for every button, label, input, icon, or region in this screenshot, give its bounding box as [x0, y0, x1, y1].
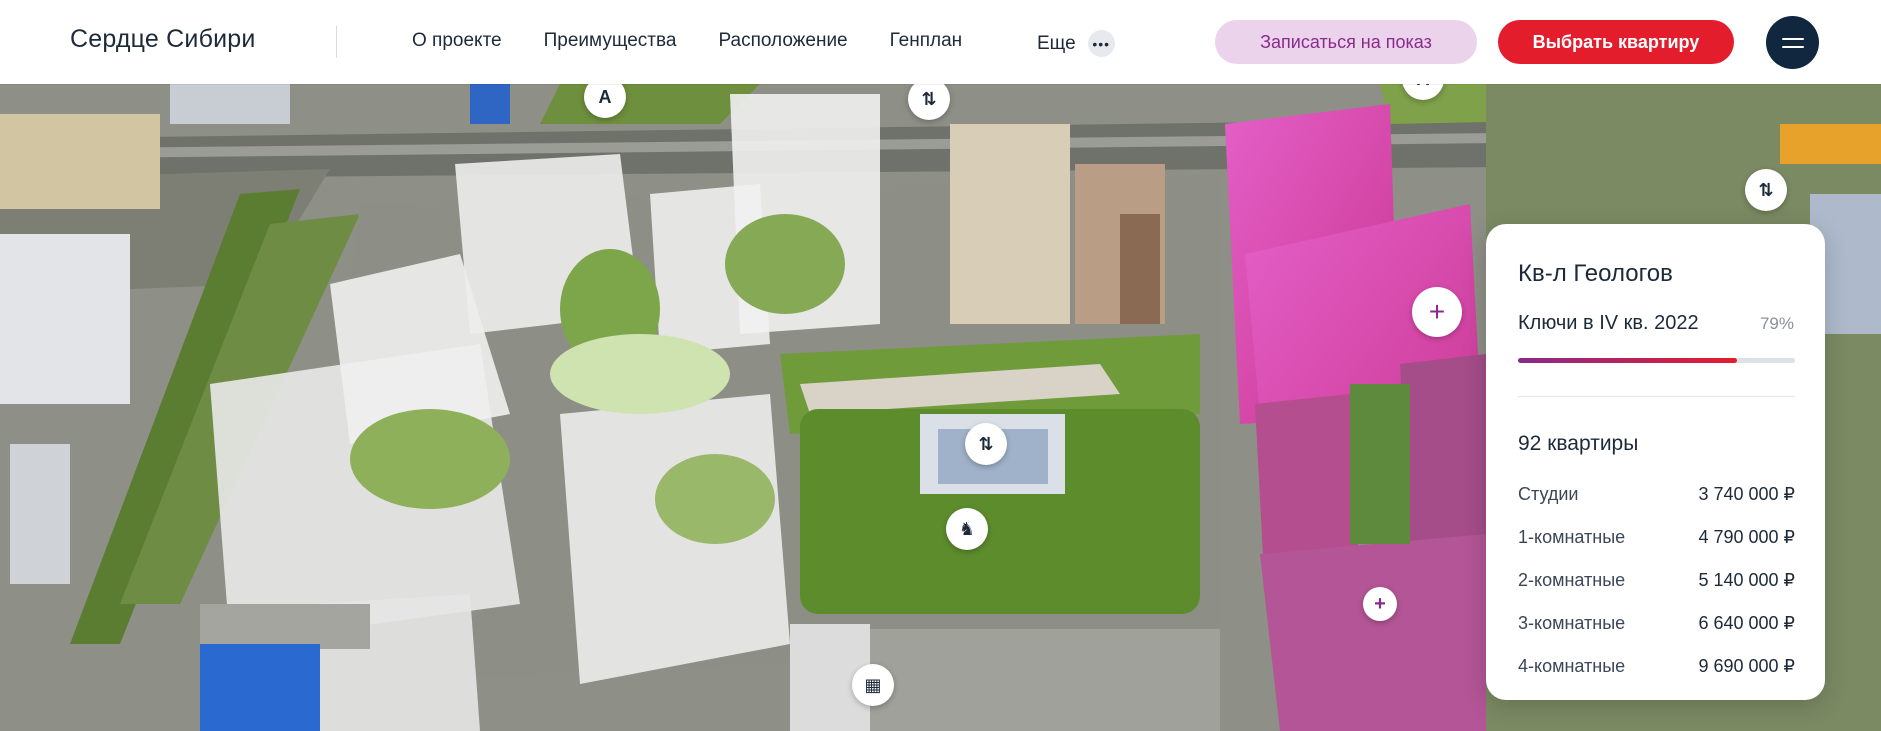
price-row-label: 2-комнатные [1518, 570, 1626, 590]
expand-plus-pin[interactable]: + [1412, 287, 1462, 337]
nav-item-advantages[interactable]: Преимущества [544, 30, 677, 52]
top-header: Сердце Сибири О проекте Преимущества Рас… [0, 0, 1881, 84]
site-logo[interactable]: Сердце Сибири [70, 25, 256, 54]
price-row-label: 4-комнатные [1518, 656, 1626, 676]
price-row-label: Студии [1518, 484, 1579, 504]
nav-item-location[interactable]: Расположение [718, 30, 847, 52]
card-progress-fill [1518, 358, 1737, 363]
small-plus-pin[interactable]: + [1363, 587, 1397, 621]
price-row-value: 5 140 000 ₽ [1698, 570, 1795, 590]
card-price-list: Студии 3 740 000 ₽ 1-комнатные 4 790 000… [1518, 484, 1795, 699]
price-row-2room[interactable]: 2-комнатные 5 140 000 ₽ [1518, 570, 1795, 613]
price-row-value: 9 690 000 ₽ [1698, 656, 1795, 676]
price-row-label: 3-комнатные [1518, 613, 1626, 633]
building-info-card: Кв-л Геологов Ключи в IV кв. 2022 79% 92… [1486, 224, 1825, 700]
more-dots-icon[interactable]: ••• [1087, 30, 1115, 57]
header-divider [336, 26, 337, 58]
price-row-studio[interactable]: Студии 3 740 000 ₽ [1518, 484, 1795, 527]
main-nav: О проекте Преимущества Расположение Генп… [412, 30, 1004, 52]
card-title: Кв-л Геологов [1518, 260, 1673, 287]
card-divider [1518, 396, 1795, 397]
card-apartment-count: 92 квартиры [1518, 432, 1639, 455]
price-row-label: 1-комнатные [1518, 527, 1626, 547]
nav-item-about[interactable]: О проекте [412, 30, 502, 52]
price-row-value: 3 740 000 ₽ [1698, 484, 1795, 504]
route-pin-3[interactable]: ⇅ [965, 423, 1007, 465]
playground-pin[interactable]: ♞ [946, 508, 988, 550]
nav-more-label[interactable]: Еще [1037, 33, 1076, 55]
book-viewing-button[interactable]: Записаться на показ [1215, 20, 1477, 64]
price-row-3room[interactable]: 3-комнатные 6 640 000 ₽ [1518, 613, 1795, 656]
price-row-value: 4 790 000 ₽ [1698, 527, 1795, 547]
nav-item-masterplan[interactable]: Генплан [890, 30, 963, 52]
burger-menu-icon[interactable] [1766, 16, 1819, 69]
card-progress-bar [1518, 358, 1795, 363]
school-pin[interactable]: ▦ [852, 664, 894, 706]
card-progress-percent: 79% [1759, 314, 1794, 333]
price-row-4room[interactable]: 4-комнатные 9 690 000 ₽ [1518, 656, 1795, 699]
nav-more[interactable]: Еще ••• [1037, 30, 1115, 57]
card-keys-date: Ключи в IV кв. 2022 [1518, 312, 1699, 334]
price-row-1room[interactable]: 1-комнатные 4 790 000 ₽ [1518, 527, 1795, 570]
route-pin-2[interactable]: ⇅ [1745, 169, 1787, 211]
choose-apartment-button[interactable]: Выбрать квартиру [1498, 20, 1734, 64]
price-row-value: 6 640 000 ₽ [1698, 613, 1795, 633]
